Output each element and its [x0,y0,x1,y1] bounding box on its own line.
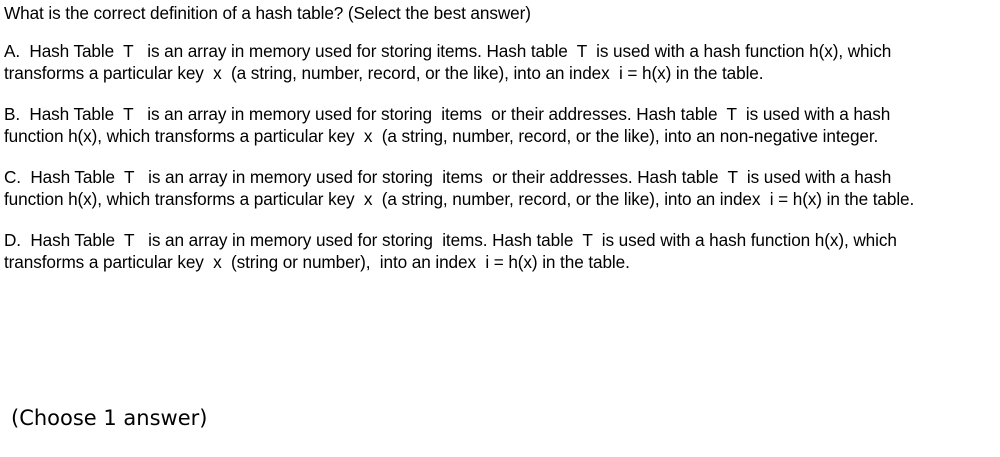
answer-option-d[interactable]: D. Hash Table T is an array in memory us… [4,229,934,273]
answer-option-c[interactable]: C. Hash Table T is an array in memory us… [4,166,934,210]
choose-answer-note: (Choose 1 answer) [11,406,208,430]
answer-option-a[interactable]: A. Hash Table T is an array in memory us… [4,40,934,84]
question-block: What is the correct definition of a hash… [4,2,934,292]
answer-option-b[interactable]: B. Hash Table T is an array in memory us… [4,103,934,147]
question-text: What is the correct definition of a hash… [4,3,531,23]
